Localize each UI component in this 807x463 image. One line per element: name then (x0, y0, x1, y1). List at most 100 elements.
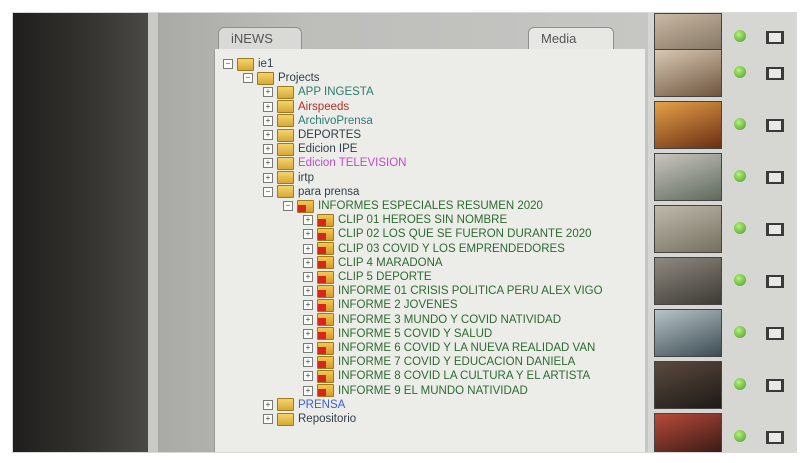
folder-icon (277, 142, 294, 156)
folder-icon (317, 341, 334, 355)
folder-icon (317, 355, 334, 369)
collapse-toggle[interactable]: − (263, 186, 273, 197)
expand-toggle[interactable]: + (263, 130, 273, 140)
status-online-icon (734, 66, 746, 78)
tree-item-label: Edicion TELEVISION (298, 157, 407, 170)
tree-item-label: Repositorio (298, 413, 357, 425)
expand-toggle[interactable]: + (263, 115, 273, 126)
expand-toggle[interactable]: + (303, 357, 313, 368)
collapse-toggle[interactable]: − (283, 201, 293, 211)
tree-item[interactable]: + Repositorio (263, 412, 356, 426)
collapse-toggle[interactable]: − (223, 59, 233, 69)
tree-item-label: INFORME 9 EL MUNDO NATIVIDAD (338, 384, 528, 397)
expand-toggle[interactable]: + (303, 314, 313, 325)
tree-item[interactable]: + INFORME 5 COVID Y SALUD (303, 327, 492, 341)
tree-item[interactable]: + INFORME 8 COVID LA CULTURA Y EL ARTISTA (303, 369, 590, 383)
tree-item[interactable]: − para prensa (263, 185, 359, 199)
tree-item[interactable]: + INFORME 2 JOVENES (303, 298, 458, 312)
clip-icon[interactable] (766, 119, 784, 132)
expand-toggle[interactable]: + (303, 286, 313, 297)
video-thumbnail[interactable] (654, 309, 722, 357)
expand-toggle[interactable]: + (263, 158, 273, 169)
tab-inews[interactable]: iNEWS (218, 27, 302, 50)
clip-icon[interactable] (766, 67, 784, 80)
tree-item-label: CLIP 4 MARADONA (338, 256, 443, 269)
tree-item[interactable]: + CLIP 5 DEPORTE (303, 270, 432, 284)
expand-toggle[interactable]: + (303, 343, 313, 353)
tree-item-label: INFORMES ESPECIALES RESUMEN 2020 (318, 200, 543, 212)
video-thumbnail[interactable] (654, 413, 722, 452)
tree-item[interactable]: + ArchivoPrensa (263, 114, 373, 128)
collapse-toggle[interactable]: − (243, 73, 253, 84)
tree-item[interactable]: + INFORME 7 COVID Y EDUCACION DANIELA (303, 355, 575, 369)
tree-item[interactable]: + INFORME 6 COVID Y LA NUEVA REALIDAD VAN (303, 341, 595, 355)
expand-toggle[interactable]: + (263, 144, 273, 155)
expand-toggle[interactable]: + (303, 215, 313, 226)
folder-icon (317, 313, 334, 327)
folder-icon (277, 85, 294, 99)
folder-icon (277, 171, 294, 185)
clip-icon[interactable] (766, 379, 784, 392)
tree-item-label: ArchivoPrensa (298, 114, 373, 127)
tree-item[interactable]: + PRENSA (263, 398, 345, 412)
tree-item[interactable]: − Projects (243, 71, 320, 85)
clip-icon[interactable] (766, 31, 784, 44)
folder-icon (277, 128, 294, 142)
expand-toggle[interactable]: + (263, 101, 273, 112)
clip-icon[interactable] (766, 275, 784, 288)
expand-toggle[interactable]: + (303, 328, 313, 339)
folder-icon (277, 114, 294, 128)
video-thumbnail[interactable] (654, 101, 722, 149)
expand-toggle[interactable]: + (303, 243, 313, 254)
tree-item[interactable]: + CLIP 01 HEROES SIN NOMBRE (303, 213, 507, 227)
expand-toggle[interactable]: + (303, 272, 313, 282)
expand-toggle[interactable]: + (263, 172, 273, 183)
tree-item[interactable]: + INFORME 3 MUNDO Y COVID NATIVIDAD (303, 313, 561, 327)
tree-item[interactable]: + CLIP 03 COVID Y LOS EMPRENDEDORES (303, 242, 565, 256)
folder-icon (277, 185, 294, 199)
folder-icon (317, 284, 334, 298)
video-thumbnail[interactable] (654, 205, 722, 253)
tree-item-label: irtp (298, 171, 314, 184)
expand-toggle[interactable]: + (303, 257, 313, 268)
tree-item-label: INFORME 6 COVID Y LA NUEVA REALIDAD VAN (338, 342, 596, 354)
tree-item[interactable]: + irtp (263, 171, 314, 185)
tree-item[interactable]: + Edicion IPE (263, 142, 357, 156)
tree-item[interactable]: + CLIP 4 MARADONA (303, 256, 443, 270)
clip-icon[interactable] (766, 171, 784, 184)
folder-icon (317, 327, 334, 341)
tree-item[interactable]: − INFORMES ESPECIALES RESUMEN 2020 (283, 199, 543, 213)
clip-icon[interactable] (766, 223, 784, 236)
tree-item[interactable]: + DEPORTES (263, 128, 361, 142)
expand-toggle[interactable]: + (303, 300, 313, 311)
folder-icon (237, 57, 254, 71)
tree-item-label: INFORME 7 COVID Y EDUCACION DANIELA (338, 356, 576, 369)
expand-toggle[interactable]: + (263, 399, 273, 410)
video-thumbnail[interactable] (654, 257, 722, 305)
tree-item-label: ie1 (258, 58, 274, 70)
expand-toggle[interactable]: + (303, 371, 313, 382)
expand-toggle[interactable]: + (303, 385, 313, 396)
tree-item[interactable]: + Edicion TELEVISION (263, 156, 406, 170)
expand-toggle[interactable]: + (263, 87, 273, 98)
clip-icon[interactable] (766, 431, 784, 444)
video-thumbnail[interactable] (654, 49, 722, 97)
tree-item[interactable]: + INFORME 01 CRISIS POLITICA PERU ALEX VI… (303, 284, 603, 298)
video-thumbnail[interactable] (654, 153, 722, 201)
photo-frame: iNEWS Media − ie1− Projects + APP INGESTA + Ai… (12, 12, 797, 453)
tree-item[interactable]: + INFORME 9 EL MUNDO NATIVIDAD (303, 384, 528, 398)
expand-toggle[interactable]: + (303, 229, 313, 240)
status-online-icon (734, 30, 746, 42)
video-thumbnail[interactable] (654, 361, 722, 409)
tree-item-label: para prensa (298, 185, 360, 198)
tree-item[interactable]: + APP INGESTA (263, 85, 374, 99)
tree-item[interactable]: + Airspeeds (263, 100, 349, 114)
expand-toggle[interactable]: + (263, 414, 273, 424)
tree-item[interactable]: + CLIP 02 LOS QUE SE FUERON DURANTE 2020 (303, 227, 592, 241)
tree-item[interactable]: − ie1 (223, 57, 273, 71)
tree-item-label: Projects (278, 72, 320, 85)
clip-icon[interactable] (766, 327, 784, 340)
tab-media[interactable]: Media (528, 27, 614, 50)
status-online-icon (734, 118, 746, 130)
tree-item-label: CLIP 03 COVID Y LOS EMPRENDEDORES (338, 242, 565, 255)
